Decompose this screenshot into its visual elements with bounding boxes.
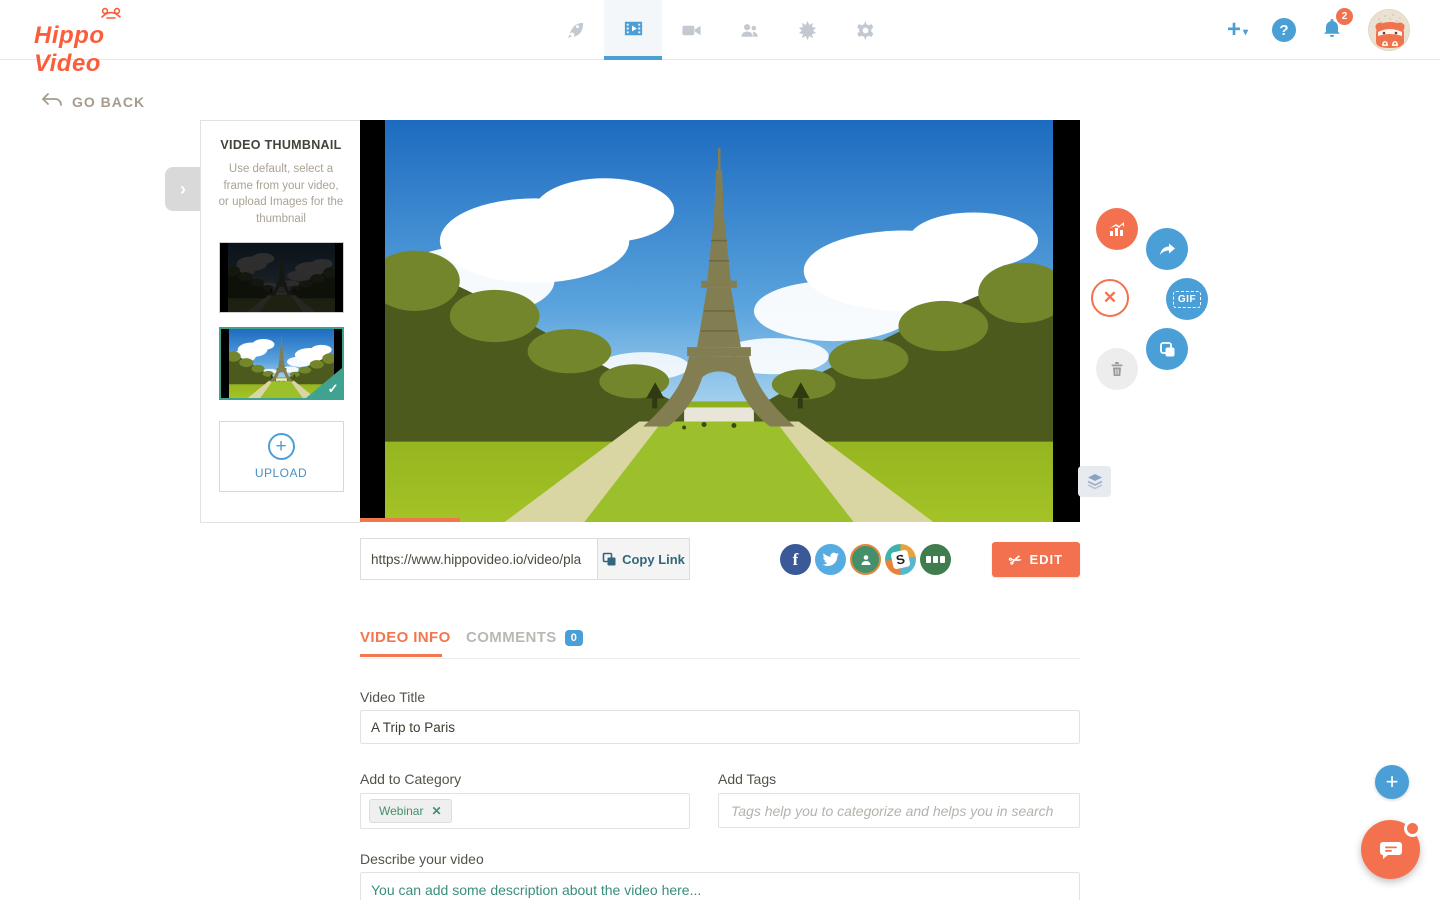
video-thumbnail-panel: VIDEO THUMBNAIL Use default, select a fr… <box>200 120 361 523</box>
tabs-divider <box>360 658 1080 659</box>
user-avatar[interactable] <box>1368 9 1410 51</box>
thumbnail-option-selected[interactable]: ✓ <box>219 327 344 400</box>
settings-icon <box>854 19 877 42</box>
chat-notification-dot <box>1404 820 1421 837</box>
help-button[interactable]: ? <box>1272 18 1296 42</box>
top-navbar: Hippo Video <box>0 0 1440 60</box>
go-back-button[interactable]: GO BACK <box>40 92 145 112</box>
copy-icon <box>602 552 617 567</box>
upload-plus-icon: + <box>268 433 295 460</box>
video-library-icon <box>622 17 645 40</box>
facebook-icon: f <box>793 550 799 570</box>
panel-title: VIDEO THUMBNAIL <box>218 138 344 152</box>
integrations-icon <box>796 19 819 42</box>
description-textarea[interactable]: You can add some description about the v… <box>360 872 1080 900</box>
share-slack-button[interactable]: S <box>885 544 916 575</box>
header-actions: + ▾ ? 2 <box>1227 0 1410 60</box>
rocket-icon <box>564 19 587 42</box>
delete-button[interactable] <box>1096 348 1138 390</box>
twitter-icon <box>822 552 839 567</box>
duplicate-icon <box>1158 340 1177 359</box>
share-contact-button[interactable] <box>850 544 881 575</box>
nav-settings[interactable] <box>836 0 894 60</box>
main-nav <box>546 0 894 60</box>
close-icon: ✕ <box>1103 288 1117 308</box>
analytics-button[interactable] <box>1096 208 1138 250</box>
create-gif-button[interactable]: GIF <box>1166 278 1208 320</box>
hippo-doodle-icon <box>98 6 124 22</box>
layers-button[interactable] <box>1078 466 1111 497</box>
nav-record[interactable] <box>662 0 720 60</box>
share-more-button[interactable] <box>920 544 951 575</box>
comments-label: COMMENTS <box>466 629 557 646</box>
copy-link-button[interactable]: Copy Link <box>597 538 690 580</box>
active-tab-underline <box>360 654 442 657</box>
plus-icon: + <box>1227 18 1241 42</box>
video-title-input[interactable] <box>360 710 1080 744</box>
logo-text: Hippo Video <box>34 22 174 78</box>
video-progress-bar[interactable] <box>360 518 460 522</box>
analytics-icon <box>1107 219 1127 239</box>
tags-label: Add Tags <box>718 771 776 787</box>
category-label: Add to Category <box>360 771 461 787</box>
upload-thumbnail-button[interactable]: + UPLOAD <box>219 421 344 492</box>
plus-icon: + <box>1386 769 1399 795</box>
hippo-video-logo[interactable]: Hippo Video <box>34 6 174 56</box>
chip-remove-icon[interactable]: ✕ <box>431 804 441 818</box>
nav-video-library[interactable] <box>604 0 662 60</box>
close-button[interactable]: ✕ <box>1091 279 1129 317</box>
video-title-label: Video Title <box>360 689 425 705</box>
video-player[interactable] <box>360 120 1080 522</box>
notifications-button[interactable]: 2 <box>1320 15 1344 46</box>
more-apps-icon <box>926 556 931 563</box>
description-label: Describe your video <box>360 851 484 867</box>
edit-video-button[interactable]: ✂ EDIT <box>992 542 1080 577</box>
share-arrow-icon <box>1157 239 1177 259</box>
dark-frame-preview <box>228 243 335 312</box>
hippo-video-app: Hippo Video <box>0 0 1440 900</box>
chevron-right-icon: › <box>180 179 186 200</box>
chevron-down-icon: ▾ <box>1243 28 1248 38</box>
share-facebook-button[interactable]: f <box>780 544 811 575</box>
share-twitter-button[interactable] <box>815 544 846 575</box>
copy-link-label: Copy Link <box>622 552 685 567</box>
check-icon: ✓ <box>328 381 339 397</box>
nav-campaigns[interactable] <box>546 0 604 60</box>
chat-bubble-icon <box>1378 838 1404 862</box>
duplicate-button[interactable] <box>1146 328 1188 370</box>
video-url-input[interactable] <box>360 538 597 580</box>
notification-badge: 2 <box>1336 8 1353 25</box>
hippo-avatar-icon <box>1369 10 1410 51</box>
create-new-button[interactable]: + ▾ <box>1227 18 1248 42</box>
tab-comments[interactable]: COMMENTS 0 <box>466 629 583 646</box>
upload-label: UPLOAD <box>255 466 307 480</box>
category-chip-webinar: Webinar ✕ <box>369 799 452 823</box>
go-back-label: GO BACK <box>72 94 145 110</box>
panel-description: Use default, select a frame from your vi… <box>218 161 344 228</box>
layers-icon <box>1086 473 1104 490</box>
panel-collapse-handle[interactable]: › <box>165 167 201 211</box>
floating-add-button[interactable]: + <box>1375 765 1409 799</box>
gif-icon: GIF <box>1173 291 1201 308</box>
teams-icon <box>738 19 761 42</box>
scissors-icon: ✂ <box>1006 549 1025 571</box>
slack-icon: S <box>890 549 910 569</box>
category-input[interactable]: Webinar ✕ <box>360 793 690 829</box>
edit-label: EDIT <box>1029 552 1063 567</box>
nav-teams[interactable] <box>720 0 778 60</box>
video-frame-eiffel-tower <box>385 120 1053 522</box>
chip-label: Webinar <box>379 804 423 818</box>
back-arrow-icon <box>40 92 64 112</box>
share-button[interactable] <box>1146 228 1188 270</box>
tab-video-info[interactable]: VIDEO INFO <box>360 629 451 646</box>
comments-count-badge: 0 <box>565 630 584 646</box>
tags-input[interactable] <box>718 793 1080 828</box>
thumbnail-option-dark[interactable] <box>219 242 344 313</box>
record-camera-icon <box>680 19 703 42</box>
trash-icon <box>1108 360 1126 378</box>
question-icon: ? <box>1279 22 1288 39</box>
contact-person-icon <box>859 553 873 567</box>
nav-integrations[interactable] <box>778 0 836 60</box>
